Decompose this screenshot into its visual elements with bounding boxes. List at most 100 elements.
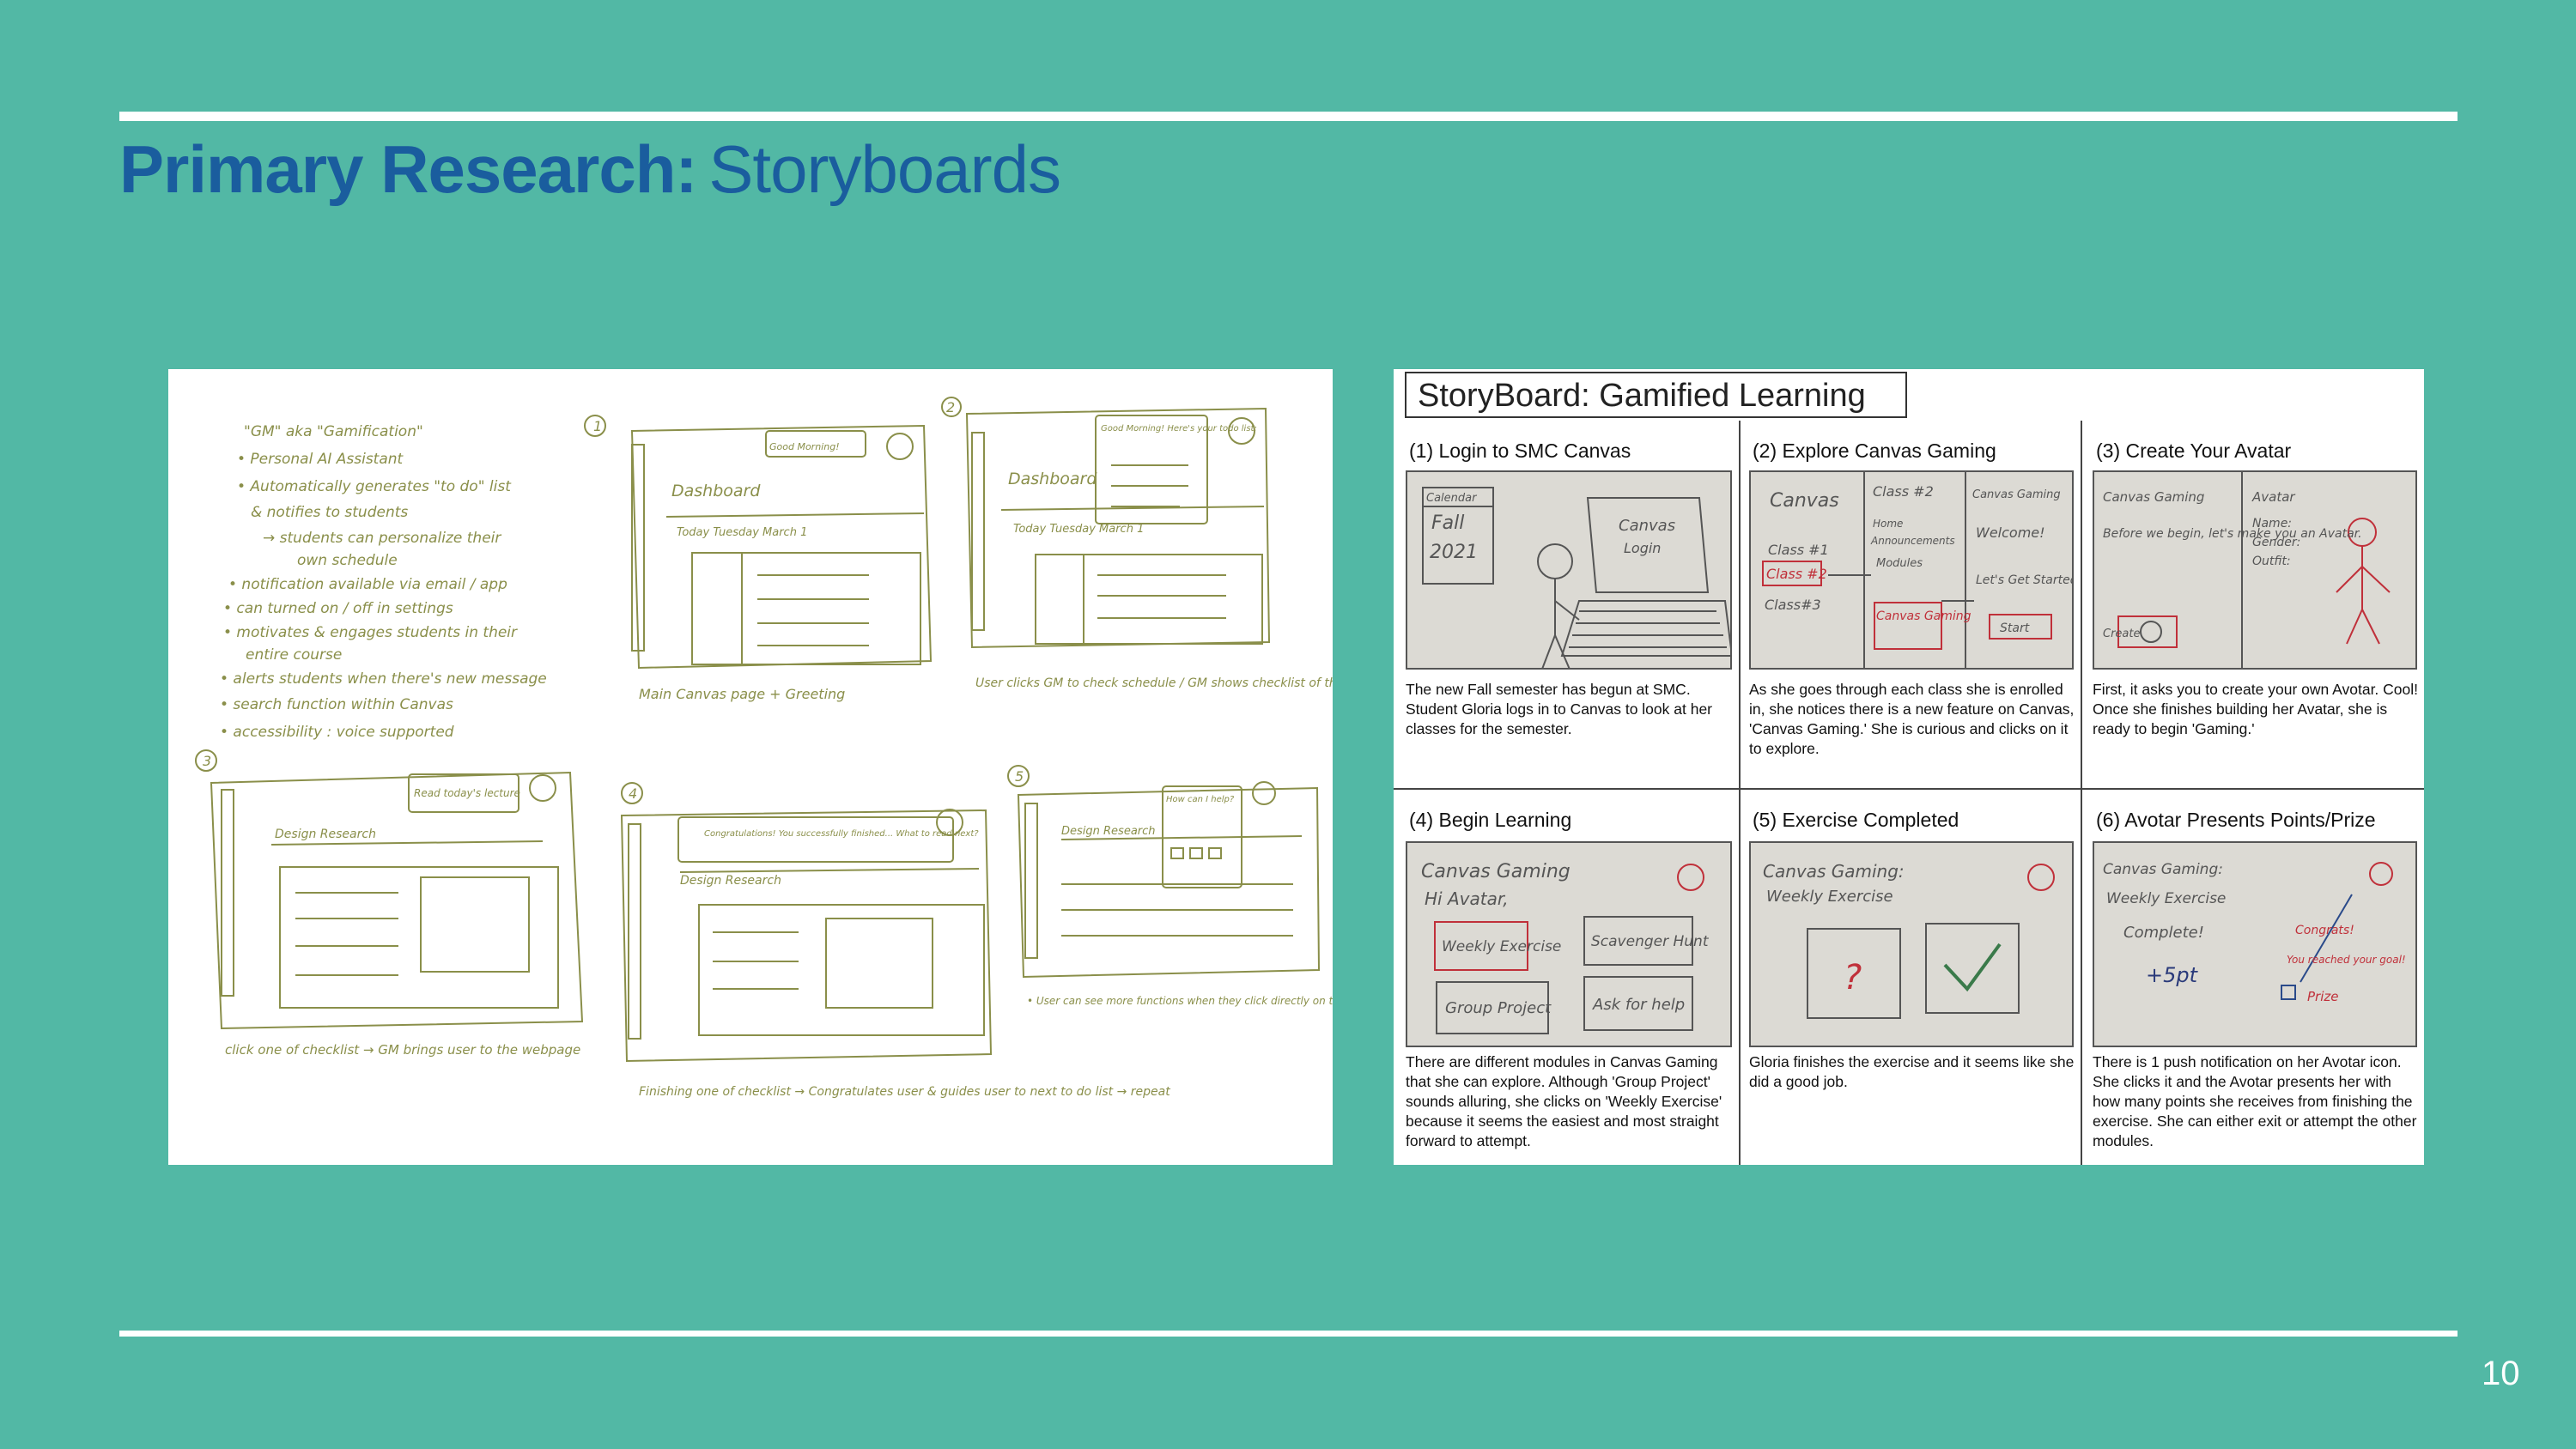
- sketch-note: • notification available via email / app: [228, 576, 507, 593]
- photo-label: Modules: [1876, 557, 1923, 570]
- storyboard-photo-3: Canvas Gaming Before we begin, let's mak…: [2093, 470, 2417, 670]
- page-number: 10: [2482, 1355, 2520, 1392]
- sketch-sub: Today Tuesday March 1: [677, 526, 807, 539]
- photo-label: Home: [1873, 518, 1903, 530]
- sketch-frame-5: 5 How can I help? Design Research • User…: [1007, 765, 1333, 1007]
- sketch-note: → students can personalize their: [263, 530, 501, 547]
- storyboard-step-title: (5) Exercise Completed: [1753, 809, 1959, 831]
- divider: [1739, 421, 1741, 1165]
- storyboard-step-text: As she goes through each class she is en…: [1749, 681, 2075, 757]
- bottom-rule: [119, 1331, 2458, 1337]
- sketch-frame-number: 5: [1015, 768, 1024, 785]
- storyboard-step-text: The new Fall semester has begun at SMC. …: [1406, 681, 1713, 737]
- photo-label: Class #1: [1768, 542, 1829, 558]
- storyboard-step-text: Gloria finishes the exercise and it seem…: [1749, 1053, 2075, 1090]
- sketch-caption: click one of checklist → GM brings user …: [225, 1042, 580, 1058]
- sketch-note: entire course: [246, 646, 342, 664]
- sketch-caption: Finishing one of checklist → Congratulat…: [639, 1085, 1170, 1099]
- sketch-image: "GM" aka "Gamification" • Personal AI As…: [168, 369, 1333, 1165]
- sketch-caption: • User can see more functions when they …: [1027, 995, 1333, 1007]
- sketch-bubble: Read today's lecture: [414, 787, 520, 799]
- sketch-heading: Design Research: [680, 874, 781, 888]
- sketch-frame-number: 4: [629, 785, 637, 802]
- sketch-caption: Main Canvas page + Greeting: [639, 686, 845, 702]
- photo-label: Class#3: [1765, 597, 1821, 613]
- top-rule: [119, 112, 2458, 121]
- sketch-caption: User clicks GM to check schedule / GM sh…: [975, 676, 1333, 690]
- sketch-notes: "GM" aka "Gamification" • Personal AI As…: [220, 423, 547, 741]
- sketch-heading: Dashboard: [1008, 470, 1097, 488]
- photo-label: Canvas Gaming: [1876, 609, 1971, 623]
- sketch-note: own schedule: [297, 552, 398, 569]
- divider: [1394, 788, 2424, 790]
- photo-label: +5pt: [2146, 963, 2199, 987]
- photo-label: Weekly Exercise: [1442, 938, 1561, 955]
- photo-label: Calendar: [1426, 492, 1478, 505]
- sketch-bubble: Good Morning!: [769, 441, 840, 452]
- sketch-note: & notifies to students: [251, 504, 408, 521]
- storyboard-step-title: (3) Create Your Avatar: [2096, 440, 2292, 462]
- photo-label: Group Project: [1445, 999, 1552, 1017]
- sketch-heading: Design Research: [1061, 825, 1156, 838]
- sketch-bubble: Good Morning! Here's your todo list:: [1101, 424, 1257, 433]
- sketch-note: • Personal AI Assistant: [237, 451, 404, 468]
- photo-label: Class #2: [1873, 483, 1934, 500]
- photo-label: Hi Avatar,: [1425, 888, 1509, 909]
- photo-label: Ask for help: [1592, 996, 1685, 1014]
- photo-label: Class #2: [1766, 566, 1827, 582]
- sketch-note: • alerts students when there's new messa…: [220, 670, 547, 688]
- sketch-heading: Dashboard: [671, 482, 761, 500]
- photo-label: Start: [2000, 621, 2030, 635]
- storyboard-photo-6: Canvas Gaming: Weekly Exercise Complete!…: [2093, 841, 2417, 1047]
- photo-label: Let's Get Started: [1976, 573, 2074, 587]
- storyboard-photo-4: Canvas Gaming Hi Avatar, Weekly Exercise…: [1406, 841, 1732, 1047]
- photo-label: Announcements: [1870, 535, 1955, 547]
- storyboard-step-title: (2) Explore Canvas Gaming: [1753, 440, 1996, 462]
- photo-label: Canvas Gaming: [2103, 489, 2204, 505]
- storyboard-step-title: (1) Login to SMC Canvas: [1409, 440, 1631, 462]
- photo-label: Login: [1624, 540, 1661, 556]
- sketch-frame-number: 2: [946, 399, 955, 415]
- sketch-frame-number: 1: [593, 418, 602, 434]
- sketch-sub: Today Tuesday March 1: [1013, 523, 1144, 536]
- photo-label: Fall: [1431, 512, 1464, 534]
- sketch-note: • search function within Canvas: [220, 696, 453, 713]
- photo-label: Canvas: [1619, 517, 1675, 535]
- storyboard-image: StoryBoard: Gamified Learning (1) Login …: [1394, 369, 2424, 1165]
- title-light: Storyboards: [708, 131, 1061, 207]
- storyboard-step-text: There are different modules in Canvas Ga…: [1406, 1053, 1722, 1149]
- photo-label: You reached your goal!: [2287, 954, 2406, 966]
- sketch-note: • accessibility : voice supported: [220, 724, 454, 741]
- photo-label: ?: [1844, 958, 1862, 997]
- divider: [2081, 421, 2082, 1165]
- storyboard-step-title: (4) Begin Learning: [1409, 809, 1572, 831]
- photo-label: Complete!: [2123, 924, 2204, 942]
- sketch-note: • can turned on / off in settings: [223, 600, 453, 617]
- photo-label: Avatar: [2251, 489, 2295, 505]
- photo-label: Create: [2103, 627, 2140, 640]
- sketch-note: "GM" aka "Gamification": [244, 423, 423, 440]
- photo-label: 2021: [1430, 542, 1478, 563]
- sketch-frame-number: 3: [203, 753, 211, 769]
- sketch-frame-2: 2 Good Morning! Here's your todo list: D…: [941, 397, 1333, 690]
- photo-label: Name:: [2252, 517, 2292, 530]
- sketch-bubble: How can I help?: [1166, 795, 1235, 804]
- storyboard-step-title: (6) Avotar Presents Points/Prize: [2096, 809, 2376, 831]
- photo-label: Canvas Gaming: [1972, 488, 2061, 501]
- photo-label: Prize: [2307, 989, 2338, 1004]
- slide-title: Primary Research: Storyboards: [119, 136, 1061, 203]
- photo-label: Canvas Gaming:: [2103, 861, 2223, 878]
- title-strong: Primary Research:: [119, 131, 697, 207]
- photo-label: Before we begin, let's make you an Avata…: [2103, 527, 2362, 541]
- storyboard-photo-5: Canvas Gaming: Weekly Exercise ?: [1749, 841, 2074, 1047]
- photo-label: Weekly Exercise: [1766, 888, 1893, 906]
- photo-label: Canvas Gaming: [1421, 861, 1571, 882]
- storyboard-photo-1: Calendar Fall 2021 Canvas Login: [1406, 470, 1732, 670]
- photo-label: Congrats!: [2295, 924, 2354, 937]
- photo-label: Gender:: [2252, 536, 2300, 549]
- sketch-heading: Design Research: [275, 828, 376, 841]
- photo-label: Outfit:: [2252, 555, 2291, 568]
- storyboard-photo-2: Canvas Class #1 Class #2 Class#3 Class #…: [1749, 470, 2074, 670]
- sketch-frame-1: 1 Good Morning! Dashboard Today Tuesday …: [584, 415, 933, 702]
- photo-label: Scavenger Hunt: [1591, 933, 1710, 950]
